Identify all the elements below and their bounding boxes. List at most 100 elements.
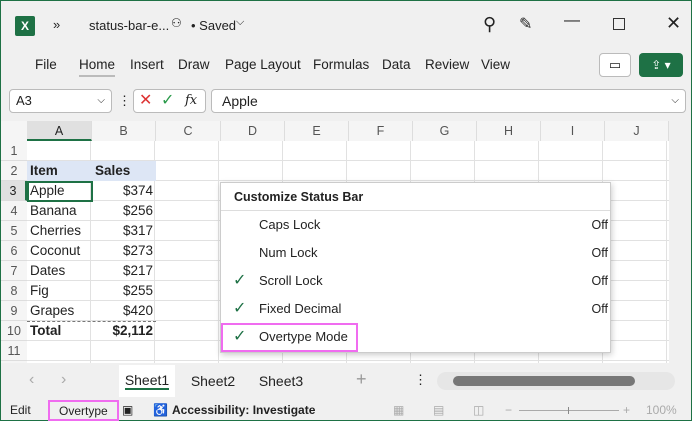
row-header[interactable]: 5 [1, 221, 27, 241]
sheet-tab-sheet1[interactable]: Sheet1 [119, 365, 175, 397]
column-header-f[interactable]: F [349, 121, 413, 141]
tab-review[interactable]: Review [425, 57, 469, 72]
sheet-tab-sheet3[interactable]: Sheet3 [252, 365, 310, 397]
scroll-left-icon[interactable]: ‹ [29, 371, 34, 389]
formula-input[interactable]: Apple ⌵ [211, 89, 686, 113]
row-header[interactable]: 6 [1, 241, 27, 261]
comment-icon: ▭ [608, 57, 622, 72]
more-vertical-icon[interactable]: ⋮ [118, 93, 131, 109]
zoom-slider-thumb[interactable] [568, 407, 569, 414]
row-header[interactable]: 2 [1, 161, 27, 181]
minimize-icon[interactable]: — [564, 12, 580, 30]
row-header[interactable]: 10 [1, 321, 27, 341]
total-label[interactable]: Total [27, 321, 64, 341]
menu-item-value: Off [591, 218, 608, 232]
tab-view[interactable]: View [481, 57, 510, 72]
add-sheet-icon[interactable]: + [356, 369, 367, 390]
row-header[interactable]: 9 [1, 301, 27, 321]
lightbulb-icon[interactable]: ✎ [519, 14, 532, 34]
chevron-down-icon[interactable]: ⌵ [236, 16, 244, 29]
row-header[interactable]: 3 [1, 181, 27, 201]
search-icon[interactable]: ⚲ [483, 14, 496, 35]
share-button[interactable]: ⇪ ▾ [639, 53, 683, 77]
close-icon[interactable]: ✕ [666, 13, 681, 34]
macro-recording-icon[interactable]: ▣ [122, 399, 133, 421]
column-header-d[interactable]: D [221, 121, 285, 141]
sales-cell[interactable]: $273 [92, 241, 156, 261]
tab-data[interactable]: Data [382, 57, 411, 72]
row-header[interactable]: 7 [1, 261, 27, 281]
tab-file[interactable]: File [35, 57, 57, 72]
cancel-icon[interactable]: ✕ [139, 90, 152, 112]
customize-status-bar-menu: Customize Status Bar Caps Lock Off Num Loc… [220, 182, 611, 353]
share-people-icon: ⚇ [171, 16, 182, 30]
name-box[interactable]: A3 ⌵ [9, 89, 112, 113]
sales-cell[interactable]: $255 [92, 281, 156, 301]
status-overtype[interactable]: Overtype [48, 400, 119, 421]
header-sales[interactable]: Sales [92, 161, 133, 181]
sales-cell[interactable]: $420 [92, 301, 156, 321]
column-header-g[interactable]: G [413, 121, 477, 141]
tab-insert[interactable]: Insert [130, 57, 164, 72]
active-cell-a3[interactable] [27, 181, 93, 202]
item-cell[interactable]: Grapes [27, 301, 77, 321]
accessibility-status[interactable]: Accessibility: Investigate [172, 399, 315, 421]
menu-item[interactable]: ✓ Fixed Decimal Off [221, 295, 610, 323]
column-header-h[interactable]: H [477, 121, 541, 141]
insert-function-icon[interactable]: fx [185, 90, 197, 112]
row-header[interactable]: 8 [1, 281, 27, 301]
save-status[interactable]: • Saved [191, 18, 236, 33]
item-cell[interactable]: Coconut [27, 241, 83, 261]
zoom-out-icon[interactable]: − [505, 399, 512, 421]
menu-item[interactable]: Num Lock Off [221, 239, 610, 267]
sales-cell[interactable]: $256 [92, 201, 156, 221]
column-header-j[interactable]: J [605, 121, 669, 141]
file-name[interactable]: status-bar-e... [89, 18, 169, 33]
scrollbar-thumb[interactable] [453, 376, 635, 386]
tab-home[interactable]: Home [79, 57, 116, 77]
row-header[interactable]: 4 [1, 201, 27, 221]
sheet-tab-sheet2[interactable]: Sheet2 [184, 365, 242, 397]
accessibility-icon[interactable]: ♿ [153, 399, 168, 421]
column-header-c[interactable]: C [156, 121, 221, 141]
zoom-slider[interactable] [519, 407, 619, 414]
formula-buttons: ✕ ✓ fx [133, 89, 206, 113]
column-header-b[interactable]: B [92, 121, 156, 141]
item-cell[interactable]: Fig [27, 281, 52, 301]
row-header[interactable]: 1 [1, 141, 27, 161]
menu-item-value: Off [591, 274, 608, 288]
tab-page-layout[interactable]: Page Layout [225, 57, 301, 72]
sales-cell[interactable]: $317 [92, 221, 156, 241]
menu-item-value: Off [591, 246, 608, 260]
normal-view-icon[interactable]: ▦ [393, 399, 404, 421]
maximize-icon[interactable] [613, 18, 625, 30]
item-cell[interactable]: Cherries [27, 221, 84, 241]
sales-cell[interactable]: $217 [92, 261, 156, 281]
zoom-in-icon[interactable]: + [623, 399, 630, 421]
column-header-i[interactable]: I [541, 121, 605, 141]
horizontal-scrollbar[interactable] [437, 372, 675, 390]
page-break-view-icon[interactable]: ◫ [473, 399, 484, 421]
scroll-right-icon[interactable]: › [61, 371, 66, 389]
item-cell[interactable]: Dates [27, 261, 68, 281]
enter-check-icon[interactable]: ✓ [161, 90, 174, 112]
header-item[interactable]: Item [27, 161, 61, 181]
column-header-a[interactable]: A [27, 121, 92, 141]
more-icon[interactable]: » [53, 17, 60, 32]
comments-button[interactable]: ▭ [599, 53, 631, 77]
chevron-down-icon[interactable]: ⌵ [671, 90, 679, 112]
total-value[interactable]: $2,112 [92, 321, 156, 341]
item-cell[interactable]: Banana [27, 201, 80, 221]
menu-item-value: Off [591, 302, 608, 316]
page-layout-view-icon[interactable]: ▤ [433, 399, 444, 421]
tab-formulas[interactable]: Formulas [313, 57, 369, 72]
row-header[interactable]: 11 [1, 341, 27, 361]
chevron-down-icon[interactable]: ⌵ [97, 90, 105, 112]
column-header-e[interactable]: E [285, 121, 349, 141]
more-vertical-icon[interactable]: ⋮ [414, 372, 427, 388]
menu-item[interactable]: ✓ Scroll Lock Off [221, 267, 610, 295]
menu-item[interactable]: Caps Lock Off [221, 211, 610, 239]
zoom-level[interactable]: 100% [646, 399, 677, 421]
sales-cell[interactable]: $374 [92, 181, 156, 201]
tab-draw[interactable]: Draw [178, 57, 210, 72]
